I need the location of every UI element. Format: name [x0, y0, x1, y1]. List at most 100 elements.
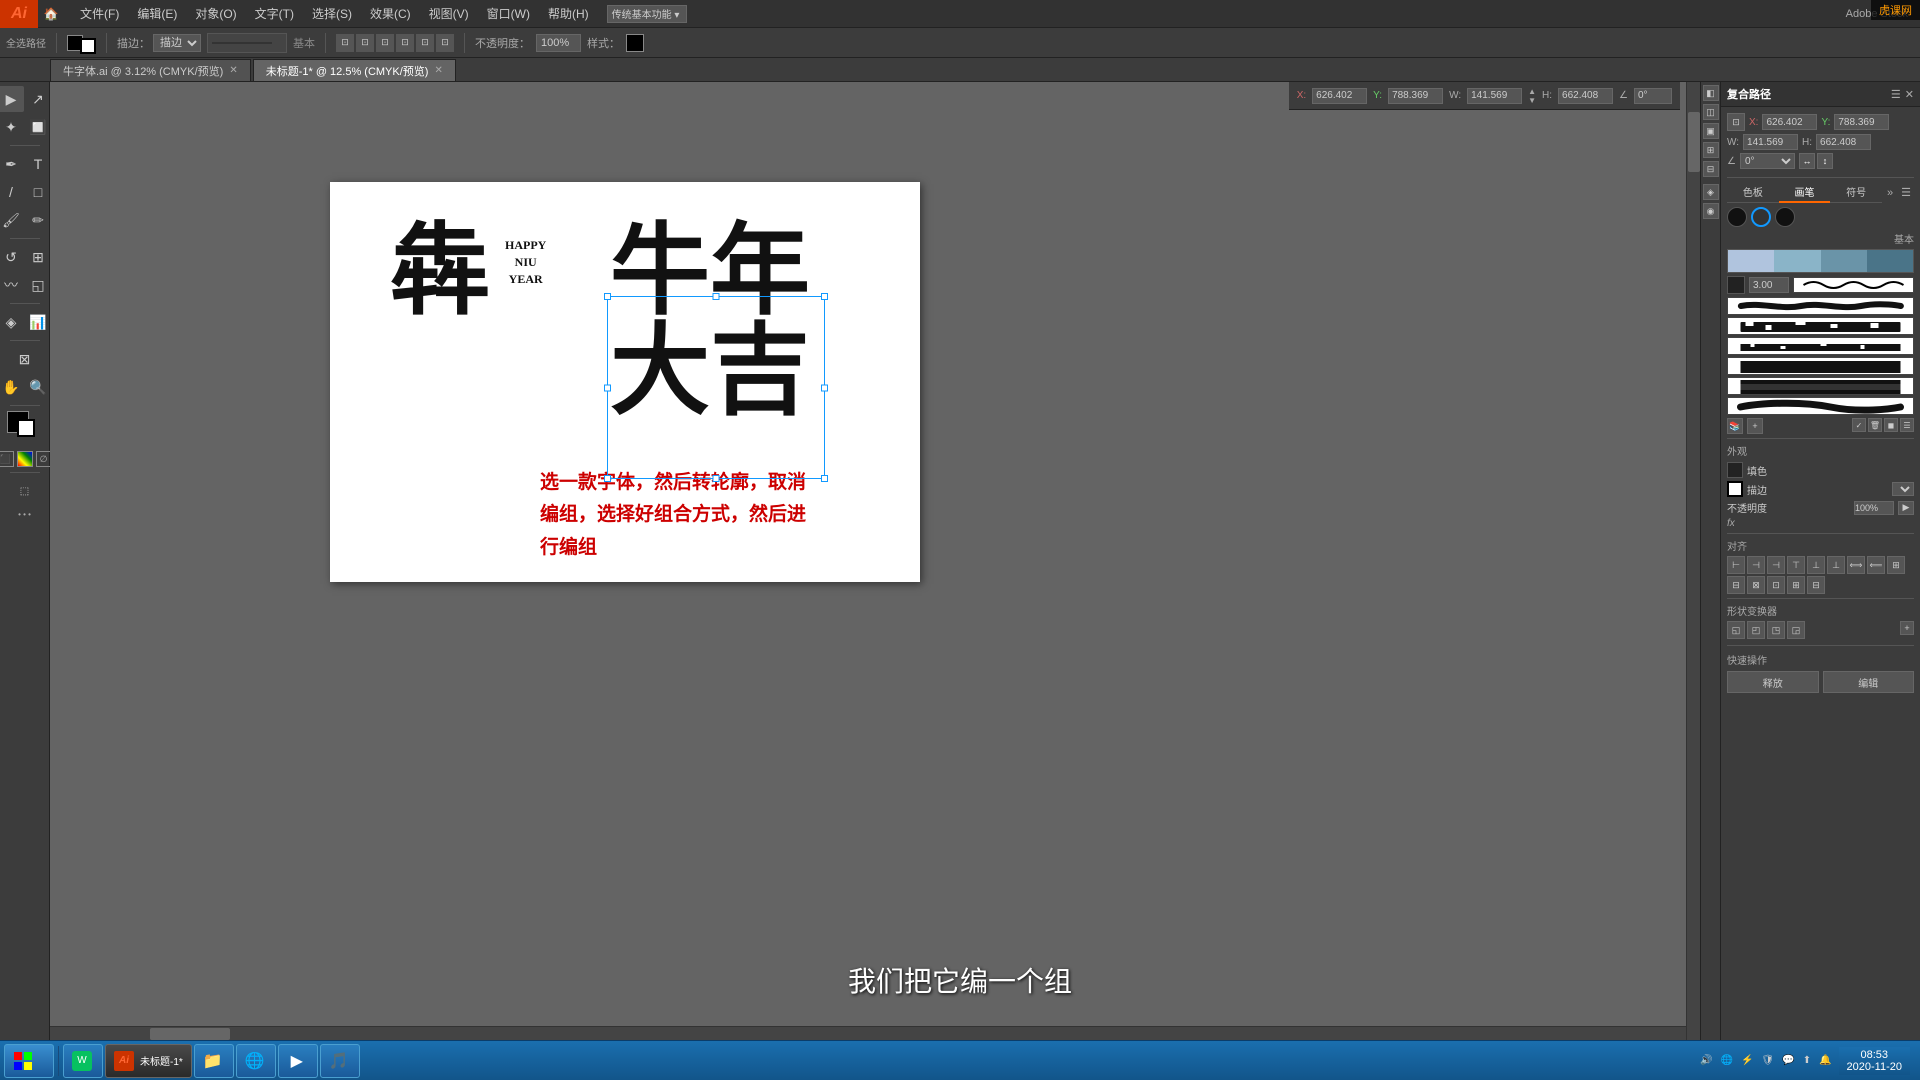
y-prop-input[interactable] [1834, 114, 1889, 130]
tab-brush[interactable]: 画笔 [1779, 182, 1831, 203]
angle-input[interactable] [1634, 88, 1672, 104]
align-bottom-icon[interactable]: ⊡ [436, 34, 454, 52]
artboard-tool[interactable]: ⊠ [12, 346, 38, 372]
panel-menu-btn2[interactable]: ☰ [1898, 182, 1914, 203]
menu-file[interactable]: 文件(F) [72, 1, 127, 26]
menu-object[interactable]: 对象(O) [187, 1, 244, 26]
dist-extra6-btn[interactable]: ⊟ [1807, 576, 1825, 594]
scale-tool[interactable]: ⊞ [25, 244, 51, 270]
dist-extra3-btn[interactable]: ⊠ [1747, 576, 1765, 594]
workspace-selector[interactable]: 传统基本功能 ▾ [607, 5, 687, 23]
brush-swatch-1[interactable] [1727, 297, 1914, 315]
tray-icon-5[interactable]: 💬 [1779, 1055, 1797, 1066]
stroke-icon[interactable] [1727, 276, 1745, 294]
opacity-input[interactable] [536, 34, 581, 52]
opacity-input-outer[interactable] [1854, 501, 1894, 515]
shape-icon-3[interactable]: ◳ [1767, 621, 1785, 639]
brush-new-icon[interactable]: + [1747, 418, 1763, 434]
paintbrush-tool[interactable]: 🖌 [0, 207, 24, 233]
shape-icon-1[interactable]: ◱ [1727, 621, 1745, 639]
column-graph-tool[interactable]: 📊 [25, 309, 51, 335]
align-center-icon[interactable]: ⊡ [356, 34, 374, 52]
style-box[interactable] [626, 34, 644, 52]
panel-menu-icon[interactable]: ☰ [1891, 88, 1901, 101]
w-prop-input[interactable] [1743, 134, 1798, 150]
tab-1[interactable]: 未标题-1* @ 12.5% (CMYK/预览) ✕ [253, 59, 456, 81]
more-tools[interactable]: • • • [18, 510, 31, 519]
menu-select[interactable]: 选择(S) [304, 1, 360, 26]
pencil-tool[interactable]: ✏ [25, 207, 51, 233]
taskbar-ai[interactable]: Ai 未标题-1* [105, 1044, 192, 1078]
brush-dot-1[interactable] [1727, 207, 1747, 227]
tray-icon-4[interactable]: 🛡 [1759, 1055, 1778, 1066]
angle-select[interactable]: 0° [1740, 153, 1795, 169]
align-vcenter-btn[interactable]: ⊥ [1807, 556, 1825, 574]
flip-h-btn[interactable]: ↔ [1799, 153, 1815, 169]
hand-tool[interactable]: ✋ [0, 374, 24, 400]
brush-swatch-4[interactable] [1727, 357, 1914, 375]
menu-view[interactable]: 视图(V) [421, 1, 477, 26]
panel-icon-5[interactable]: ⊟ [1703, 161, 1719, 177]
panel-expand-btn[interactable]: » [1882, 182, 1898, 203]
panel-icon-1[interactable]: ◧ [1703, 85, 1719, 101]
panel-icon-4[interactable]: ⊞ [1703, 142, 1719, 158]
tray-icon-1[interactable]: 🔊 [1697, 1055, 1715, 1066]
canvas-area[interactable]: 犇 HAPPY NIU YEAR 牛年 大吉 选一款字体，然后转轮廓，取消 编组… [50, 82, 1700, 1040]
w-input[interactable] [1467, 88, 1522, 104]
align-right-btn[interactable]: ⊣ [1767, 556, 1785, 574]
line-tool[interactable]: / [0, 179, 24, 205]
symbol-sprayer-tool[interactable]: ◈ [0, 309, 24, 335]
link-wh-btn[interactable]: ▲▼ [1528, 87, 1536, 105]
stroke-color-box[interactable] [80, 38, 96, 54]
menu-text[interactable]: 文字(T) [247, 1, 302, 26]
dist-extra2-btn[interactable]: ⊟ [1727, 576, 1745, 594]
check-icon[interactable]: ✓ [1852, 418, 1866, 432]
edit-btn[interactable]: 编辑 [1823, 671, 1915, 693]
tab-symbol[interactable]: 符号 [1830, 182, 1882, 203]
v-scrollbar-thumb[interactable] [1688, 112, 1700, 172]
menu-edit[interactable]: 编辑(E) [129, 1, 185, 26]
tray-icon-2[interactable]: 🌐 [1718, 1055, 1736, 1066]
y-input[interactable] [1388, 88, 1443, 104]
pen-tool[interactable]: ✒ [0, 151, 24, 177]
dist-extra5-btn[interactable]: ⊞ [1787, 576, 1805, 594]
panel-icon-2[interactable]: ◫ [1703, 104, 1719, 120]
brush-swatch-6[interactable] [1727, 397, 1914, 415]
shape-icon-2[interactable]: ◰ [1747, 621, 1765, 639]
align-hcenter-btn[interactable]: ⊣ [1747, 556, 1765, 574]
menu-help[interactable]: 帮助(H) [540, 1, 597, 26]
h-prop-input[interactable] [1816, 134, 1871, 150]
tray-icon-6[interactable]: ⬆ [1800, 1055, 1814, 1066]
release-btn[interactable]: 释放 [1727, 671, 1819, 693]
panel-icon-7[interactable]: ◉ [1703, 203, 1719, 219]
color-mode-btn[interactable]: ⬛ [0, 451, 14, 467]
taskbar-media[interactable]: ▶ [278, 1044, 318, 1078]
remove-brush-icon[interactable]: 🗑 [1868, 418, 1882, 432]
panel-icon-3[interactable]: ▣ [1703, 123, 1719, 139]
select-tool[interactable]: ▶ [0, 86, 24, 112]
stroke-selector[interactable]: 描边 [153, 34, 201, 52]
dist-extra-btn[interactable]: ⊞ [1887, 556, 1905, 574]
apply-icon[interactable]: ◼ [1884, 418, 1898, 432]
tab-color[interactable]: 色板 [1727, 182, 1779, 203]
align-top-icon[interactable]: ⊡ [396, 34, 414, 52]
align-top-btn[interactable]: ⊤ [1787, 556, 1805, 574]
shape-icon-4[interactable]: ◲ [1787, 621, 1805, 639]
v-scrollbar[interactable] [1686, 82, 1700, 1040]
zoom-tool[interactable]: 🔍 [25, 374, 51, 400]
tab-0-close[interactable]: ✕ [229, 65, 237, 76]
tab-1-close[interactable]: ✕ [434, 65, 442, 76]
taskbar-explorer[interactable]: 📁 [194, 1044, 234, 1078]
dist-h-btn[interactable]: ⟺ [1847, 556, 1865, 574]
h-scrollbar-thumb[interactable] [150, 1028, 230, 1040]
flip-v-btn[interactable]: ↕ [1817, 153, 1833, 169]
lasso-tool[interactable]: 🔲 [25, 114, 51, 140]
gradient-swatch[interactable] [1727, 249, 1914, 273]
h-input[interactable] [1558, 88, 1613, 104]
panel-close-icon[interactable]: ✕ [1905, 88, 1914, 101]
dist-v-btn[interactable]: ⟸ [1867, 556, 1885, 574]
align-vmid-icon[interactable]: ⊡ [416, 34, 434, 52]
rotate-tool[interactable]: ↺ [0, 244, 24, 270]
brush-dot-2[interactable] [1751, 207, 1771, 227]
brush-swatch-5[interactable] [1727, 377, 1914, 395]
